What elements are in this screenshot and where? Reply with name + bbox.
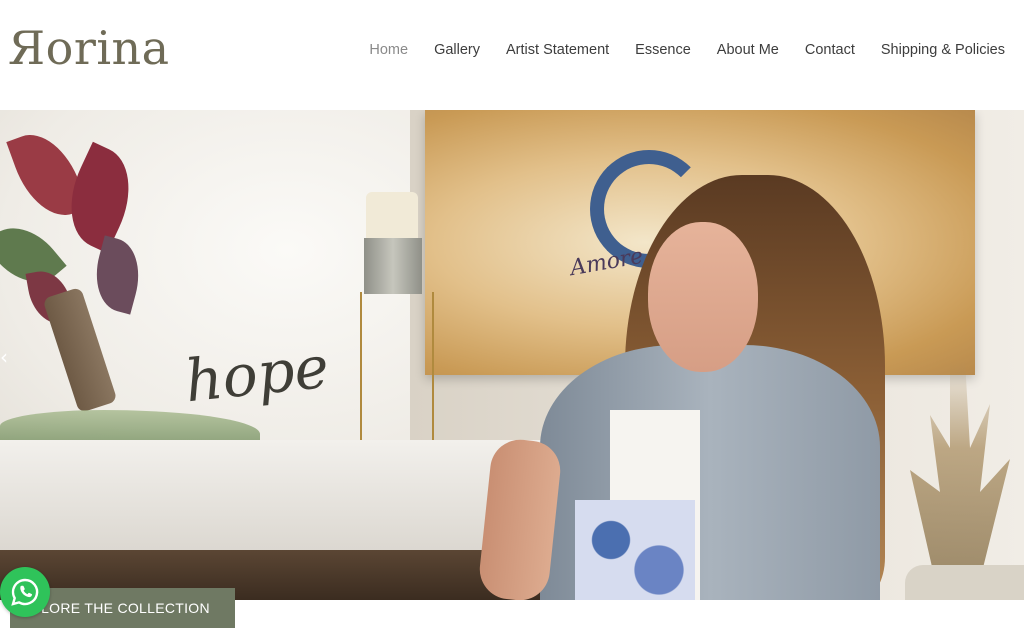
- site-header: Яorina Home Gallery Artist Statement Ess…: [0, 0, 1024, 110]
- site-logo[interactable]: Яorina: [8, 18, 170, 78]
- nav-shipping-policies[interactable]: Shipping & Policies: [868, 40, 1018, 60]
- nav-essence[interactable]: Essence: [622, 40, 704, 60]
- candle: [366, 192, 418, 242]
- candle-holder: [364, 238, 422, 294]
- nav-contact[interactable]: Contact: [792, 40, 868, 60]
- painting-trunk: [42, 286, 118, 414]
- nav-home[interactable]: Home: [356, 40, 421, 60]
- hero-slider: hope Amore ‹: [0, 110, 1024, 600]
- sofa: [905, 565, 1024, 600]
- chevron-left-icon[interactable]: ‹: [0, 346, 12, 368]
- painting-script-amore: Amore: [568, 243, 646, 282]
- marble-counter: [0, 440, 560, 550]
- painting-script-hope: hope: [181, 332, 332, 416]
- whatsapp-glyph: [11, 578, 39, 606]
- whatsapp-icon[interactable]: [0, 567, 50, 617]
- main-nav: Home Gallery Artist Statement Essence Ab…: [356, 40, 1018, 60]
- artist-shirt-print: [575, 500, 695, 600]
- explore-collection-label: LORE THE COLLECTION: [41, 600, 210, 616]
- hope-painting: hope: [0, 110, 410, 460]
- nav-gallery[interactable]: Gallery: [421, 40, 493, 60]
- artist-face: [648, 222, 758, 372]
- nav-about-me[interactable]: About Me: [704, 40, 792, 60]
- nav-artist-statement[interactable]: Artist Statement: [493, 40, 622, 60]
